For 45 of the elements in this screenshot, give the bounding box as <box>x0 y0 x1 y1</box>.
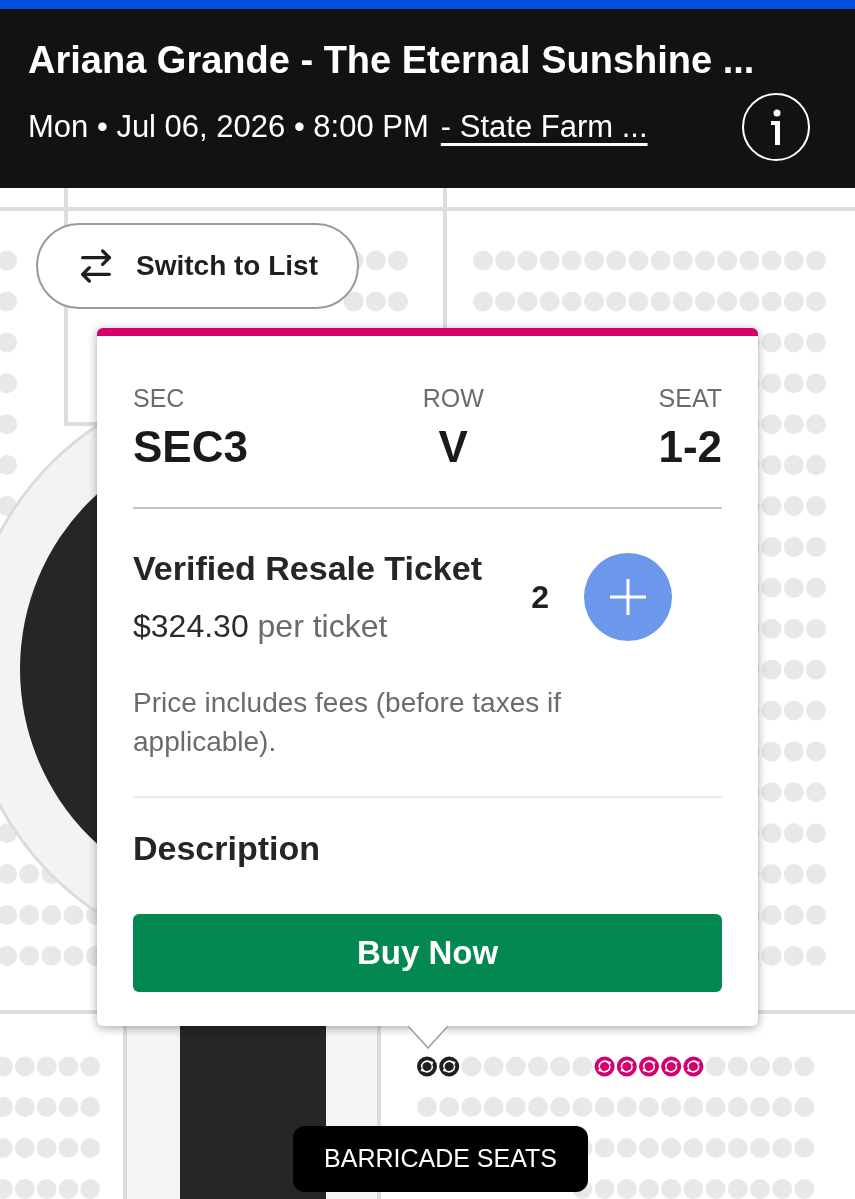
seat-icon[interactable] <box>439 1056 460 1077</box>
seat-dot <box>761 577 782 598</box>
seat-dot <box>572 1056 593 1077</box>
seat-icon[interactable] <box>417 1056 437 1077</box>
seat-dot <box>761 700 782 721</box>
info-button[interactable] <box>742 93 810 161</box>
field-value: V <box>438 423 468 471</box>
switch-to-list-button[interactable]: Switch to List <box>36 223 359 309</box>
seat-dot <box>461 1056 482 1077</box>
seat-dot <box>19 864 40 885</box>
seat-dot <box>761 455 782 476</box>
seat-dot <box>761 496 782 516</box>
seat-dot <box>63 905 84 925</box>
buy-now-button[interactable]: Buy Now <box>133 914 722 992</box>
fee-note: Price includes fees (before taxes if applicable). <box>133 686 562 759</box>
plus-icon <box>610 578 646 615</box>
seat-dot <box>343 291 364 312</box>
seat-dot <box>761 414 782 435</box>
seat-dot <box>705 1056 726 1077</box>
seat-dot <box>761 905 782 925</box>
seat-dot <box>761 741 782 762</box>
event-title: Ariana Grande - The Eternal Sunshine ... <box>28 38 755 82</box>
section-name-label: BARRICADE SEATS <box>293 1126 588 1192</box>
seat-dot <box>761 782 782 803</box>
seat-dot <box>761 373 782 394</box>
seat-dot <box>761 945 782 966</box>
info-icon <box>770 109 782 145</box>
field-value: 1-2 <box>658 423 722 471</box>
seat-dot <box>761 864 782 885</box>
description-heading: Description <box>133 828 321 868</box>
field-value: SEC3 <box>133 423 248 471</box>
seat-dot <box>761 823 782 844</box>
field-label: ROW <box>422 384 484 412</box>
quantity-value: 2 <box>531 577 549 617</box>
event-date-time: Mon • Jul 06, 2026 • 8:00 PM <box>28 107 429 146</box>
field-label: SEAT <box>658 384 722 412</box>
callout-pointer-icon <box>408 1026 448 1049</box>
ticket-price: $324.30 per ticket <box>133 607 388 645</box>
seat-dot <box>761 659 782 680</box>
field-label: SEC <box>133 384 185 412</box>
seat-dot <box>761 536 782 557</box>
seat-dot <box>761 618 782 639</box>
venue-link[interactable]: - State Farm ... <box>440 103 648 151</box>
ticket-type: Verified Resale Ticket <box>133 548 482 588</box>
seat-dot <box>761 332 782 353</box>
